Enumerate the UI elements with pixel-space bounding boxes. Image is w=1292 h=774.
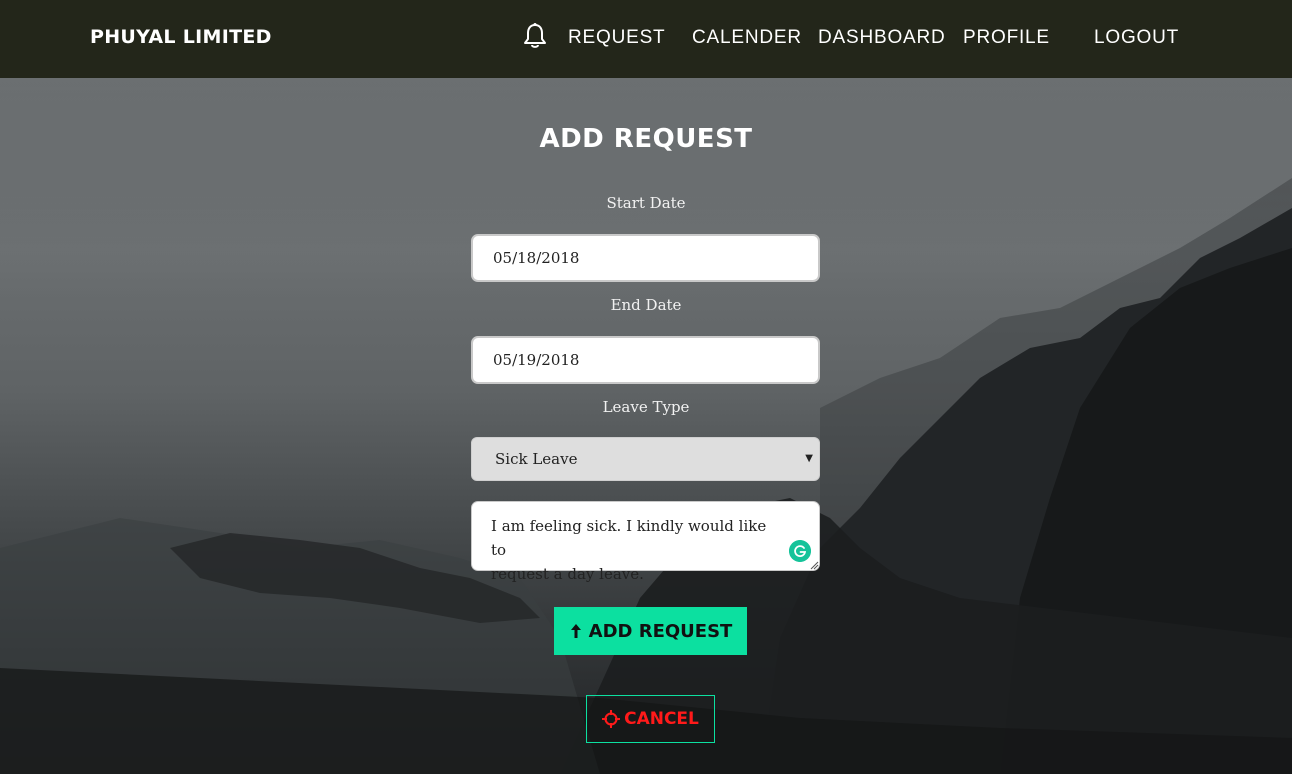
page-title: ADD REQUEST [539,124,753,154]
add-request-button[interactable]: ADD REQUEST [554,607,747,655]
nav-logout[interactable]: LOGOUT [1094,27,1179,49]
grammarly-icon[interactable] [789,540,811,562]
reason-text-line: request a day leave. [491,565,644,583]
end-date-label: End Date [610,296,682,314]
dropdown-arrow-icon: ▼ [805,453,813,464]
top-navbar: PHUYAL LIMITED REQUEST CALENDER DASHBOAR… [0,0,1292,78]
upload-arrow-icon [570,624,581,638]
nav-calender[interactable]: CALENDER [692,27,802,49]
leave-type-value: Sick Leave [495,450,578,468]
leave-type-select[interactable]: Sick Leave ▼ [471,437,820,481]
add-request-label: ADD REQUEST [588,620,733,642]
nav-request[interactable]: REQUEST [568,27,665,49]
leave-type-label: Leave Type [602,398,690,416]
resize-handle-icon[interactable] [810,561,819,570]
crosshair-icon [602,710,621,728]
reason-text-line: I am feeling sick. I kindly would like t… [491,517,767,559]
brand-logo[interactable]: PHUYAL LIMITED [90,26,272,48]
cancel-label: CANCEL [624,709,699,729]
end-date-input[interactable]: 05/19/2018 [471,336,820,384]
nav-dashboard[interactable]: DASHBOARD [818,27,946,49]
background-image [0,78,1292,774]
reason-textarea[interactable]: I am feeling sick. I kindly would like t… [471,501,820,583]
bell-icon[interactable] [522,22,548,50]
nav-profile[interactable]: PROFILE [963,27,1050,49]
start-date-label: Start Date [606,194,686,212]
start-date-input[interactable]: 05/18/2018 [471,234,820,282]
cancel-button[interactable]: CANCEL [586,695,715,743]
